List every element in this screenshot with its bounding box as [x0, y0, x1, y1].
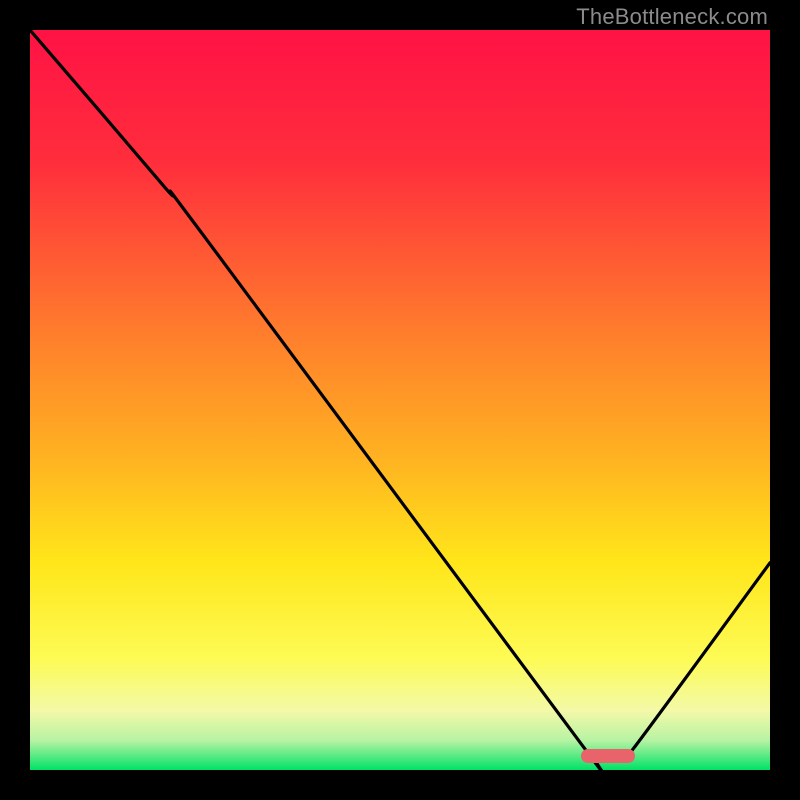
watermark-text: TheBottleneck.com [576, 4, 768, 30]
plot-area [30, 30, 770, 770]
chart-frame: TheBottleneck.com [0, 0, 800, 800]
bottleneck-curve-path [30, 30, 770, 770]
optimal-marker [581, 749, 634, 764]
bottleneck-curve [30, 30, 770, 770]
